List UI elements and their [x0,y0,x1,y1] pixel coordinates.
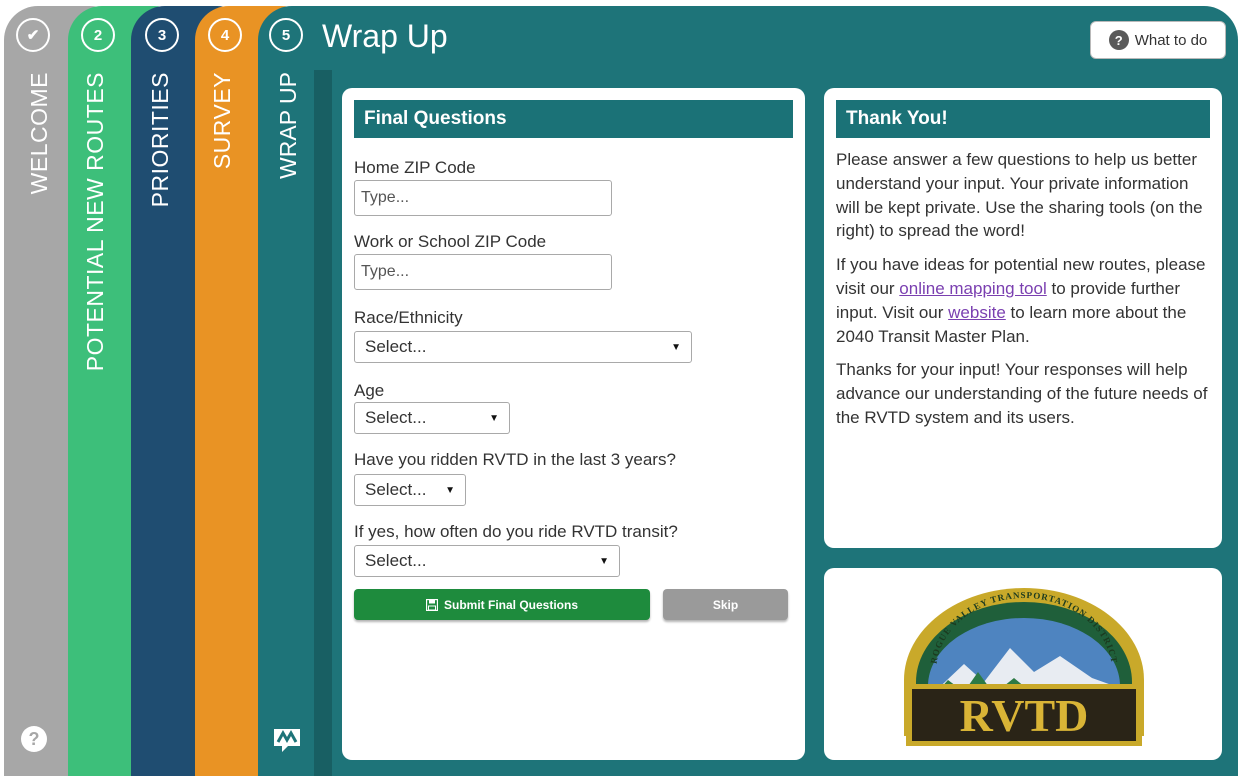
step-number: 4 [208,18,242,52]
page-title: Wrap Up [322,18,448,54]
caret-down-icon: ▼ [489,412,499,424]
tab-welcome-label: WELCOME [26,72,52,195]
race-select[interactable]: Select... ▼ [354,331,692,363]
tab-potential-new-routes-label: POTENTIAL NEW ROUTES [82,72,108,372]
ridden-select[interactable]: Select... ▼ [354,474,466,506]
step-number: 2 [81,18,115,52]
metroquest-logo-icon [274,729,300,752]
often-label: If yes, how often do you ride RVTD trans… [354,522,678,541]
age-label: Age [354,381,385,400]
home-zip-input[interactable] [354,180,612,216]
help-icon: ? [1108,30,1129,50]
final-questions-heading: Final Questions [354,100,793,138]
thank-you-paragraph-3: Thanks for your input! Your responses wi… [836,360,1208,427]
thank-you-card: Thank You! Please answer a few questions… [824,88,1222,548]
often-select[interactable]: Select... ▼ [354,545,620,577]
work-zip-input[interactable] [354,254,612,290]
race-label: Race/Ethnicity [354,308,463,327]
age-select[interactable]: Select... ▼ [354,402,510,434]
caret-down-icon: ▼ [445,484,455,496]
logo-name: RVTD [960,690,1089,741]
thank-you-paragraph-1: Please answer a few questions to help us… [836,150,1203,241]
tab-wrap-up-label: WRAP UP [275,72,301,179]
skip-button[interactable]: Skip [663,589,788,620]
tab-survey-label: SURVEY [209,72,235,170]
rvtd-logo-card: ROGUE VALLEY TRANSPORTATION DISTRICT RVT… [824,568,1222,760]
ridden-label: Have you ridden RVTD in the last 3 years… [354,450,676,469]
final-questions-card: Final Questions Home ZIP Code Work or Sc… [342,88,805,760]
submit-label: Submit Final Questions [443,597,578,612]
step-number: 3 [145,18,179,52]
ridden-select-value: Select... [365,480,427,499]
tab-wrap-up: 5 WRAP UP Wrap Up ? What to do Final Que… [258,6,1238,776]
what-to-do-button[interactable]: ? What to do [1090,21,1226,59]
submit-final-questions-button[interactable]: Submit Final Questions [354,589,650,620]
panel-divider [314,70,332,776]
age-select-value: Select... [365,408,427,427]
home-zip-label: Home ZIP Code [354,158,476,177]
thank-you-paragraph-2: If you have ideas for potential new rout… [836,255,1206,346]
step-number: 5 [269,18,303,52]
often-select-value: Select... [365,551,427,570]
race-select-value: Select... [365,337,427,356]
rvtd-logo: ROGUE VALLEY TRANSPORTATION DISTRICT RVT… [904,588,1144,746]
save-icon [425,598,438,611]
caret-down-icon: ▼ [671,341,681,353]
help-icon[interactable]: ? [21,726,47,752]
work-zip-label: Work or School ZIP Code [354,232,547,251]
caret-down-icon: ▼ [599,555,609,567]
check-icon: ✔ [16,18,50,52]
what-to-do-label: What to do [1134,31,1208,49]
website-link[interactable]: website [948,303,1006,322]
tab-priorities-label: PRIORITIES [147,72,173,208]
thank-you-heading: Thank You! [836,100,1210,138]
online-mapping-tool-link[interactable]: online mapping tool [899,279,1046,298]
